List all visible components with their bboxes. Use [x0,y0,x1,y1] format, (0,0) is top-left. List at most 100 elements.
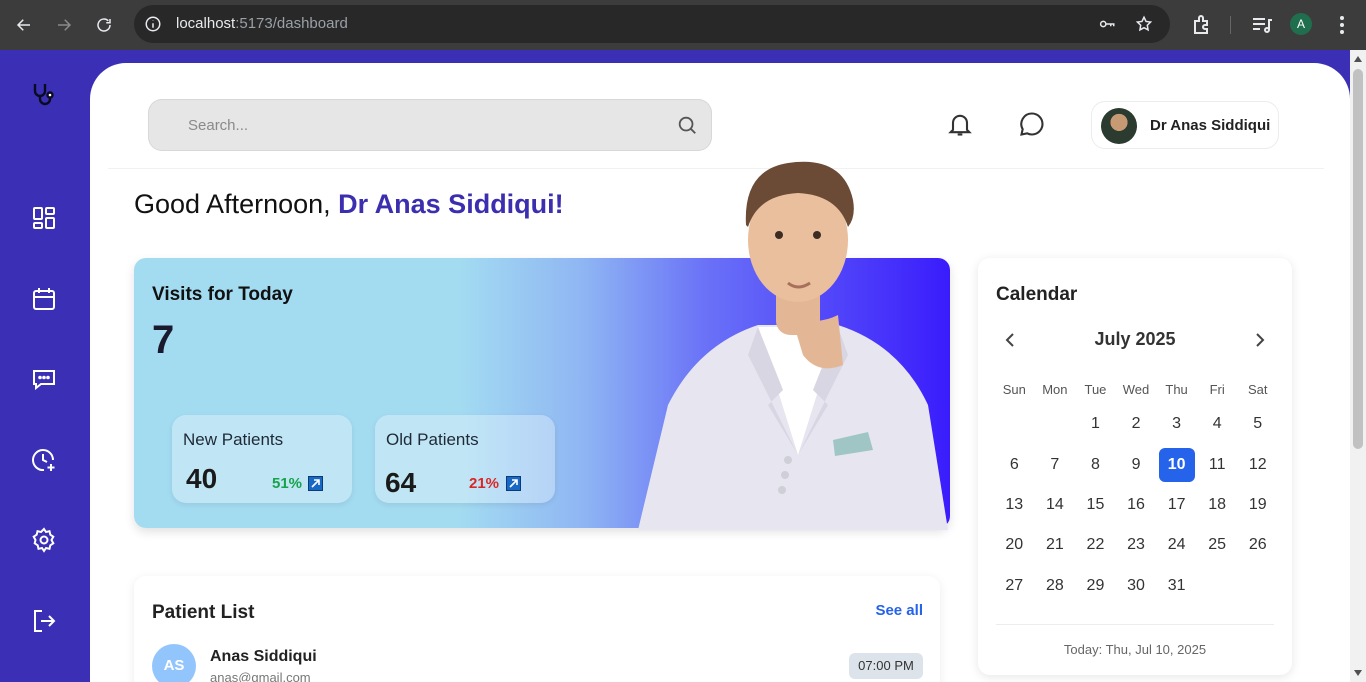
search-input[interactable] [148,99,668,151]
calendar-day[interactable]: 12 [1237,456,1278,474]
calendar-widget: Calendar July 2025 Sun Mon Tue Wed Thu Fri Sat… [978,258,1292,675]
visits-title: Visits for Today [152,284,293,305]
calendar-day-number: 29 [1086,576,1105,594]
chat-bubble-icon[interactable] [1018,110,1046,138]
calendar-day[interactable]: 17 [1156,496,1197,514]
calendar-day[interactable]: 16 [1116,496,1157,514]
weekday-label: Sun [1002,381,1026,397]
back-icon[interactable] [12,13,36,37]
calendar-day[interactable]: 5 [1237,415,1278,433]
clock-plus-icon[interactable] [30,446,58,474]
calendar-day[interactable]: 1 [1075,415,1116,433]
calendar-day[interactable]: 18 [1197,496,1238,514]
page-greeting: Good Afternoon, Dr Anas Siddiqui! [134,189,564,219]
browser-toolbar: localhost:5173/dashboard A [0,0,1366,50]
calendar-day-number: 5 [1253,415,1263,433]
divider [996,624,1274,625]
extensions-icon[interactable] [1190,13,1214,37]
scroll-down-arrow[interactable] [1354,670,1362,676]
calendar-day[interactable]: 26 [1237,536,1278,554]
calendar-day[interactable]: 10 [1156,447,1197,482]
calendar-day[interactable]: 14 [1035,496,1076,514]
calendar-title: Calendar [996,284,1078,305]
scroll-up-arrow[interactable] [1354,56,1362,62]
media-queue-icon[interactable] [1250,13,1274,37]
calendar-day-number: 12 [1248,455,1267,473]
url-text: localhost:5173/dashboard [176,15,348,32]
calendar-day[interactable]: 3 [1156,415,1197,433]
calendar-day-number: 24 [1167,536,1186,554]
browser-profile-avatar[interactable]: A [1290,13,1312,35]
see-all-link[interactable]: See all [875,602,923,619]
calendar-day-number: 28 [1045,576,1064,594]
calendar-day-number: 15 [1086,495,1105,513]
bookmark-star-icon[interactable] [1135,15,1153,33]
calendar-day[interactable]: 21 [1035,536,1076,554]
chevron-right-icon[interactable] [1248,328,1272,352]
main-panel: Dr Anas Siddiqui Good Afternoon, Dr Anas… [90,63,1350,682]
new-patients-label: New Patients [183,430,284,449]
calendar-day[interactable]: 20 [994,536,1035,554]
search-icon[interactable] [676,114,698,136]
calendar-day-number: 22 [1086,536,1105,554]
message-icon[interactable] [30,365,58,393]
weekday-label: Mon [1042,381,1068,397]
calendar-day-number: 30 [1127,576,1145,594]
calendar-day[interactable]: 29 [1075,577,1116,595]
more-menu-icon[interactable] [1330,13,1354,37]
calendar-day[interactable]: 15 [1075,496,1116,514]
bell-icon[interactable] [946,110,974,138]
app-sidebar [0,50,90,682]
calendar-day[interactable]: 24 [1156,536,1197,554]
old-patients-label: Old Patients [386,430,479,449]
calendar-day-number: 9 [1131,455,1141,473]
patient-name: Anas Siddiqui [210,648,317,665]
user-profile-chip[interactable]: Dr Anas Siddiqui [1091,101,1279,149]
reload-icon[interactable] [92,13,116,37]
avatar [1101,108,1137,144]
calendar-day-number: 7 [1050,455,1060,473]
trend-up-icon [506,476,521,491]
calendar-day-number: 4 [1212,415,1222,433]
calendar-day-number: 25 [1208,536,1227,554]
calendar-day[interactable]: 13 [994,496,1035,514]
calendar-icon[interactable] [30,285,58,313]
gear-icon[interactable] [30,526,58,554]
calendar-day[interactable]: 22 [1075,536,1116,554]
calendar-month: July 2025 [1094,329,1176,349]
calendar-day[interactable]: 9 [1116,456,1157,474]
forward-icon[interactable] [52,13,76,37]
calendar-day-number: 10 [1158,447,1195,482]
scroll-thumb[interactable] [1353,69,1363,449]
new-patients-card: New Patients 40 51% [172,415,352,503]
calendar-day[interactable]: 27 [994,577,1035,595]
stethoscope-logo-icon [30,80,58,108]
calendar-day[interactable]: 6 [994,456,1035,474]
calendar-day[interactable]: 11 [1197,456,1238,474]
weekday-header: Sun Mon Tue Wed Thu Fri Sat [994,374,1278,404]
calendar-day[interactable]: 4 [1197,415,1238,433]
calendar-day[interactable]: 30 [1116,577,1157,595]
weekday-label: Sat [1248,381,1268,397]
logout-icon[interactable] [30,607,58,635]
calendar-day[interactable]: 28 [1035,577,1076,595]
grid-icon[interactable] [30,204,58,232]
calendar-day[interactable]: 8 [1075,456,1116,474]
appointment-time-badge: 07:00 PM [849,653,923,679]
calendar-day[interactable]: 2 [1116,415,1157,433]
site-info-icon[interactable] [144,15,162,33]
page-scrollbar[interactable] [1350,50,1366,682]
calendar-day[interactable]: 31 [1156,577,1197,595]
password-key-icon[interactable] [1098,15,1116,33]
calendar-day[interactable]: 19 [1237,496,1278,514]
address-bar[interactable]: localhost:5173/dashboard [134,5,1170,43]
calendar-day-number: 2 [1131,415,1141,433]
calendar-day-number: 16 [1127,495,1145,513]
calendar-day-number: 11 [1208,455,1226,473]
calendar-day[interactable]: 25 [1197,536,1238,554]
calendar-day[interactable]: 7 [1035,456,1076,474]
calendar-day-number: 8 [1090,455,1100,473]
patient-row[interactable]: AS Anas Siddiqui anas@gmail.com 07:00 PM [152,644,924,682]
greeting-name: Dr Anas Siddiqui! [338,189,564,219]
calendar-day[interactable]: 23 [1116,536,1157,554]
